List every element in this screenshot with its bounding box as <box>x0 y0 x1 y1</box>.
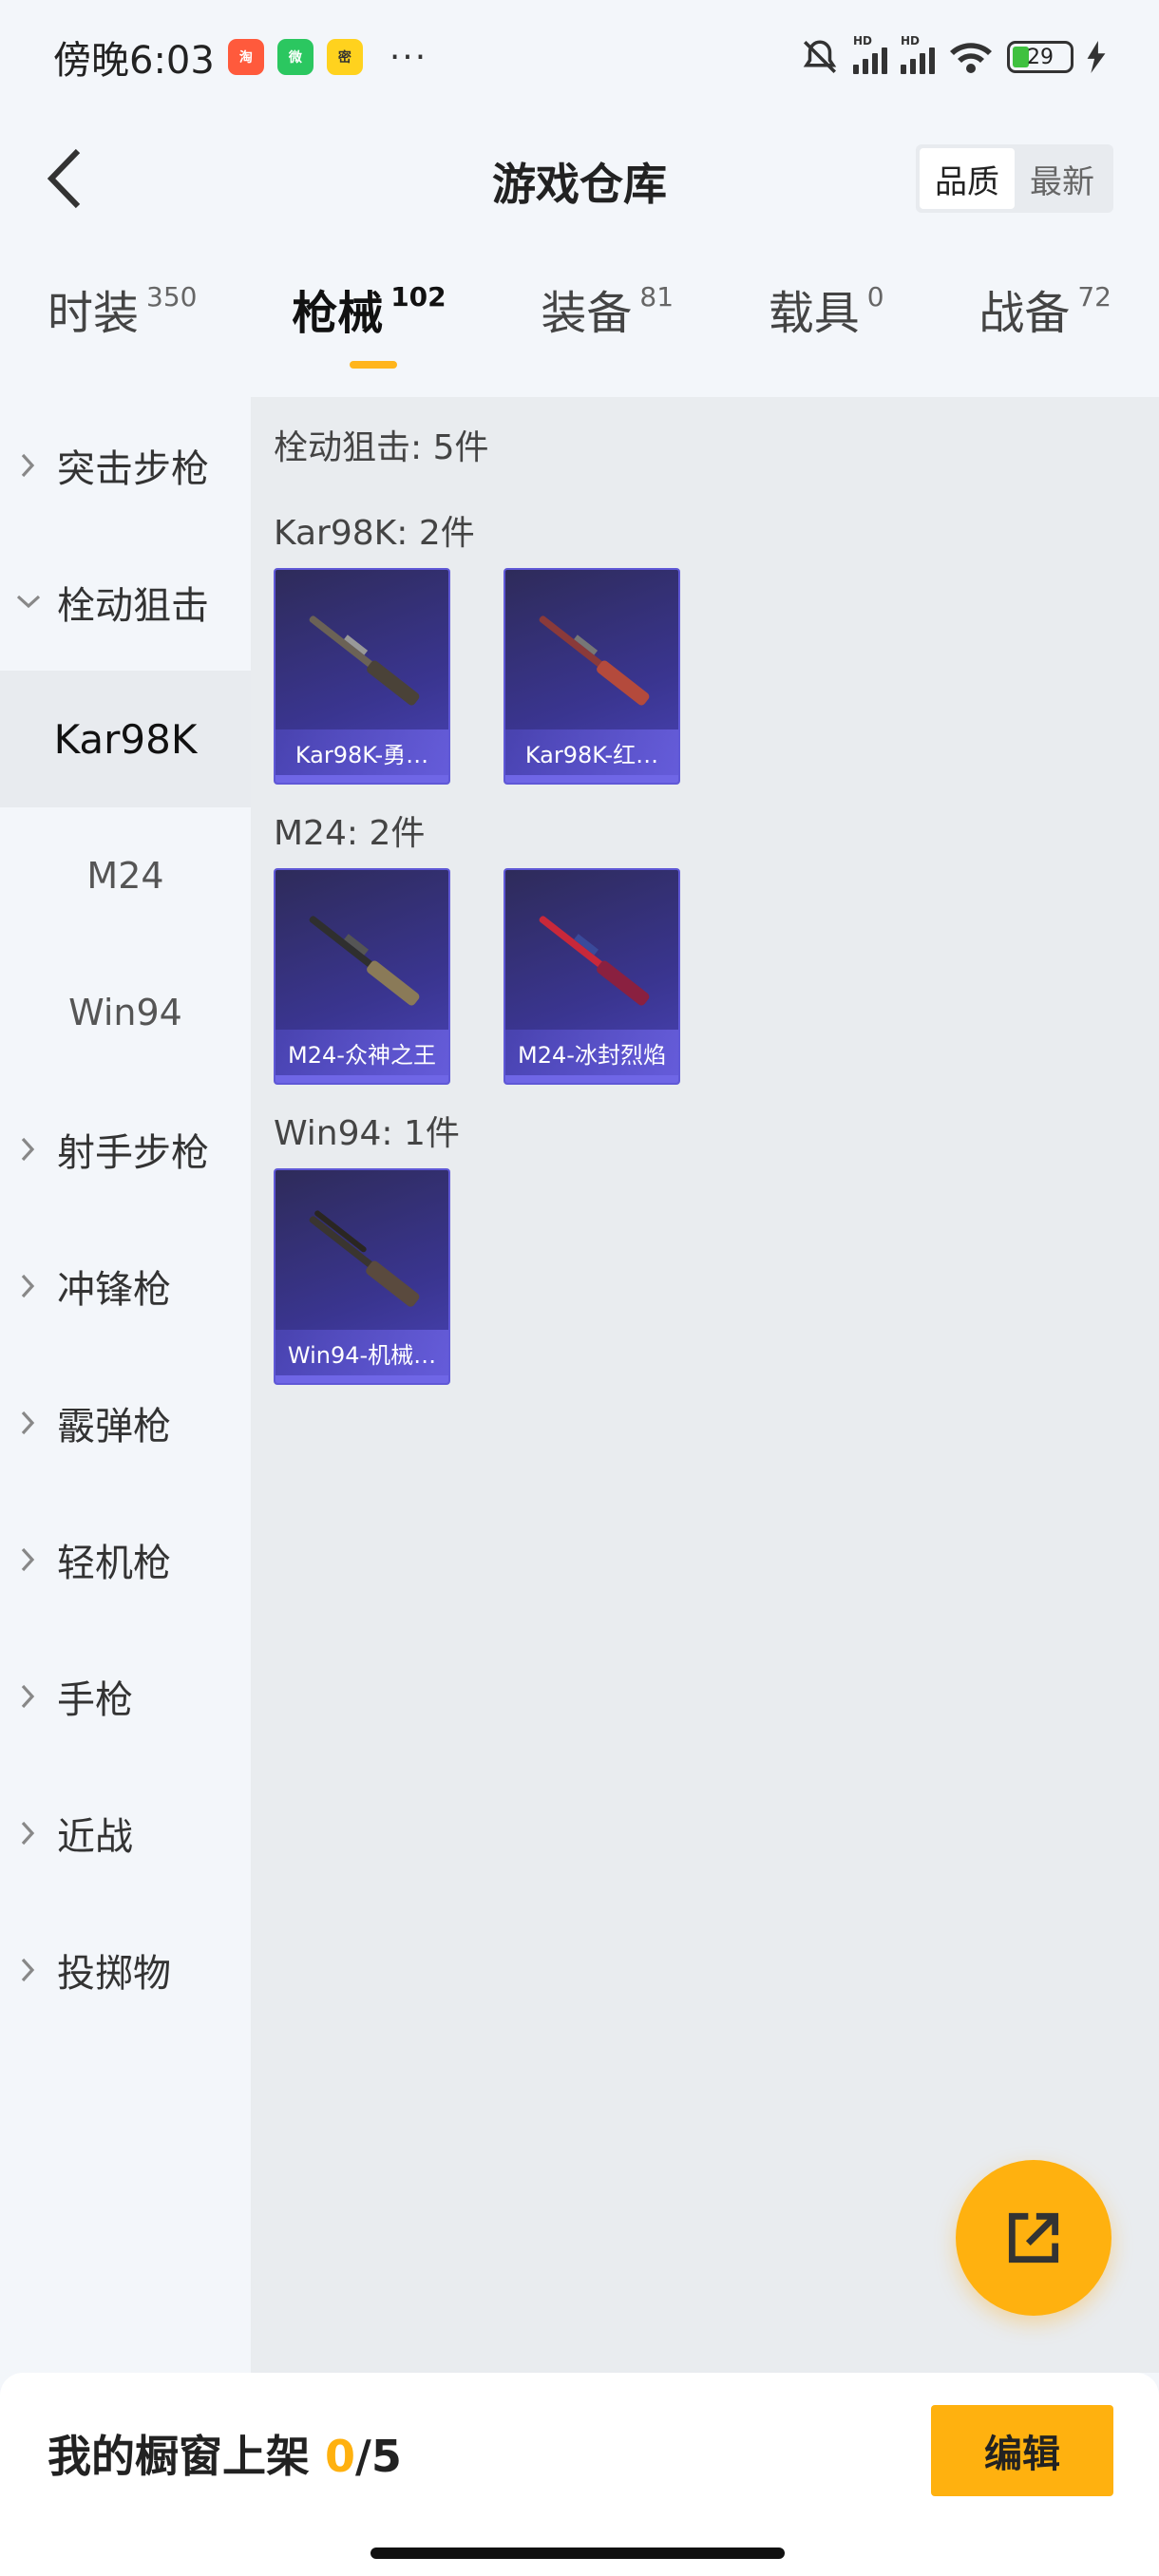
home-indicator[interactable] <box>370 2548 785 2559</box>
tab-vehicles[interactable]: 载具 0 <box>769 275 884 380</box>
chevron-right-icon <box>0 1684 57 1709</box>
sidebar-item-pistols[interactable]: 手枪 <box>0 1628 251 1765</box>
showcase-total-count: /5 <box>355 2431 402 2482</box>
chevron-right-icon <box>0 453 57 478</box>
status-indicators: HD HD 29 <box>800 34 1106 77</box>
status-bar: 傍晚6:03 淘 微 密 ··· HD HD 29 <box>0 0 1159 114</box>
item-label: Kar98K-勇… <box>276 729 448 775</box>
tab-label: 装备 <box>541 287 633 340</box>
tab-label: 战备 <box>978 287 1071 340</box>
sidebar-item-label: 手枪 <box>57 1678 133 1722</box>
sort-toggle: 品质 最新 <box>916 144 1113 213</box>
sidebar-item-label: 射手步枪 <box>57 1131 209 1175</box>
group-title-kar98k: Kar98K: 2件 <box>274 514 475 553</box>
tab-count: 72 <box>1077 281 1112 313</box>
sidebar-item-marksman-rifles[interactable]: 射手步枪 <box>0 1081 251 1218</box>
section-title: 栓动狙击: 5件 <box>274 428 489 467</box>
sidebar-item-throwables[interactable]: 投掷物 <box>0 1902 251 2038</box>
sidebar-item-melee[interactable]: 近战 <box>0 1765 251 1902</box>
rifle-icon <box>309 916 420 1006</box>
item-label: Win94-机械… <box>276 1330 448 1375</box>
tab-count: 350 <box>146 281 198 313</box>
chevron-right-icon <box>0 1274 57 1298</box>
chevron-right-icon <box>0 1137 57 1162</box>
tab-supplies[interactable]: 战备 72 <box>978 275 1112 380</box>
share-fab-button[interactable] <box>956 2160 1112 2316</box>
sidebar-item-label: 栓动狙击 <box>57 584 209 628</box>
active-tab-indicator <box>350 361 398 369</box>
rifle-icon <box>309 616 420 706</box>
tab-firearms[interactable]: 枪械 102 <box>292 275 446 380</box>
sidebar-item-smgs[interactable]: 冲锋枪 <box>0 1218 251 1354</box>
sort-by-newest[interactable]: 最新 <box>1015 148 1110 209</box>
sidebar-item-label: 投掷物 <box>57 1952 171 1996</box>
chevron-right-icon <box>0 1958 57 1982</box>
item-card[interactable]: Win94-机械… <box>274 1168 450 1385</box>
status-time: 傍晚6:03 <box>53 39 215 83</box>
sidebar-item-bolt-action-snipers[interactable]: 栓动狙击 <box>0 534 251 671</box>
sidebar-item-label: 冲锋枪 <box>57 1268 171 1312</box>
weapon-category-sidebar: 突击步枪 栓动狙击 Kar98K M24 Win94 射手步枪 冲锋枪 霰弹枪 … <box>0 397 251 2373</box>
battery-level: 29 <box>1027 45 1054 69</box>
item-card[interactable]: Kar98K-红… <box>504 568 680 785</box>
sidebar-item-shotguns[interactable]: 霰弹枪 <box>0 1354 251 1491</box>
tab-fashion[interactable]: 时装 350 <box>48 275 197 380</box>
item-card[interactable]: Kar98K-勇… <box>274 568 450 785</box>
signal-strength-icon-2: HD <box>901 34 935 74</box>
item-label: M24-众神之王 <box>276 1030 448 1075</box>
item-grid-panel: 栓动狙击: 5件 Kar98K: 2件 Kar98K-勇… Kar98K-红… … <box>251 397 1159 2373</box>
sidebar-subitem-win94[interactable]: Win94 <box>0 944 251 1081</box>
sidebar-item-label: 突击步枪 <box>57 447 209 491</box>
group-title-m24: M24: 2件 <box>274 814 426 853</box>
rifle-icon <box>309 1210 420 1307</box>
sidebar-item-label: 轻机枪 <box>57 1542 171 1585</box>
silent-bell-icon <box>803 40 837 73</box>
wifi-icon <box>950 43 992 73</box>
group-title-win94: Win94: 1件 <box>274 1114 460 1153</box>
item-row: Win94-机械… <box>274 1168 1136 1385</box>
sidebar-item-label: 近战 <box>57 1815 133 1859</box>
sidebar-item-assault-rifles[interactable]: 突击步枪 <box>0 397 251 534</box>
chevron-down-icon <box>0 595 57 610</box>
showcase-status: 我的橱窗上架 0/5 <box>48 2422 402 2485</box>
chevron-right-icon <box>0 1821 57 1846</box>
charging-icon <box>1087 41 1106 73</box>
category-tabs: 时装 350 枪械 102 装备 81 载具 0 战备 72 <box>0 275 1159 380</box>
sidebar-subitem-m24[interactable]: M24 <box>0 807 251 944</box>
edit-button[interactable]: 编辑 <box>931 2405 1113 2496</box>
item-card[interactable]: M24-众神之王 <box>274 868 450 1085</box>
chevron-right-icon <box>0 1411 57 1435</box>
chevron-right-icon <box>0 1547 57 1572</box>
external-link-icon <box>1008 2212 1059 2263</box>
rifle-icon <box>539 616 650 706</box>
showcase-label: 我的橱窗上架 <box>48 2431 326 2482</box>
game-app-icon: 密 <box>326 39 363 75</box>
sidebar-item-label: 霰弹枪 <box>57 1405 171 1449</box>
header: 游戏仓库 品质 最新 <box>0 123 1159 237</box>
taobao-app-icon: 淘 <box>227 39 264 75</box>
sidebar-subitem-kar98k[interactable]: Kar98K <box>0 671 251 807</box>
item-label: M24-冰封烈焰 <box>505 1030 678 1075</box>
showcase-bottom-bar: 我的橱窗上架 0/5 编辑 <box>0 2373 1159 2576</box>
tab-count: 102 <box>390 281 446 313</box>
tab-label: 枪械 <box>292 287 384 340</box>
item-card[interactable]: M24-冰封烈焰 <box>504 868 680 1085</box>
tab-label: 载具 <box>768 287 860 340</box>
item-label: Kar98K-红… <box>505 729 678 775</box>
signal-strength-icon: HD <box>853 34 887 74</box>
showcase-current-count: 0 <box>325 2431 356 2482</box>
more-notifications-icon: ··· <box>389 37 428 77</box>
rifle-icon <box>539 916 650 1006</box>
sort-by-quality[interactable]: 品质 <box>920 148 1015 209</box>
sidebar-item-lmgs[interactable]: 轻机枪 <box>0 1491 251 1628</box>
tab-count: 0 <box>866 281 884 313</box>
item-row: Kar98K-勇… Kar98K-红… <box>274 568 1136 785</box>
battery-icon: 29 <box>1007 41 1074 73</box>
tab-label: 时装 <box>48 287 140 340</box>
tab-equipment[interactable]: 装备 81 <box>541 275 674 380</box>
wechat-app-icon: 微 <box>276 39 314 75</box>
tab-count: 81 <box>639 281 674 313</box>
item-row: M24-众神之王 M24-冰封烈焰 <box>274 868 1136 1085</box>
